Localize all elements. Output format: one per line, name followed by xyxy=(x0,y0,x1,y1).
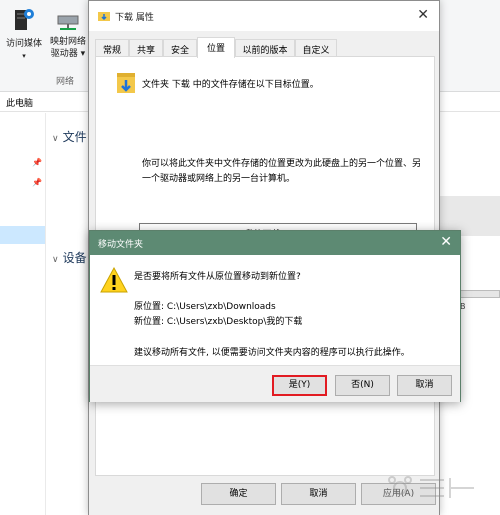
yes-button[interactable]: 是(Y) xyxy=(272,375,327,396)
no-button[interactable]: 否(N) xyxy=(335,375,390,396)
tab-location[interactable]: 位置 xyxy=(197,37,235,58)
access-media-label: 访问媒体 xyxy=(5,39,42,49)
section-folders[interactable]: ∨ 文件 xyxy=(52,128,87,145)
chevron-down-icon: ∨ xyxy=(52,134,59,144)
cancel-move-button[interactable]: 取消 xyxy=(397,375,452,396)
map-drive-label-2: 驱动器 ▾ xyxy=(50,49,86,59)
move-dialog-body: 是否要将所有文件从原位置移动到新位置? 原位置: C:\Users\zxb\Do… xyxy=(90,255,460,365)
move-dialog-footer: 是(Y) 否(N) 取消 xyxy=(90,365,460,402)
media-server-icon xyxy=(15,9,34,30)
nav-selected-item[interactable] xyxy=(0,226,45,244)
downloads-folder-icon xyxy=(98,12,110,21)
downloads-folder-icon xyxy=(117,73,135,93)
watermark-logo xyxy=(388,476,474,498)
map-drive-button[interactable]: 映射网络 驱动器 ▾ xyxy=(46,12,90,60)
move-dialog-title-bar[interactable]: 移动文件夹 ✕ xyxy=(90,231,460,255)
access-media-button[interactable]: 访问媒体 ▾ xyxy=(2,6,46,62)
address-text: 此电脑 xyxy=(6,99,34,109)
original-location: 原位置: C:\Users\zxb\Downloads xyxy=(134,302,276,312)
move-dialog-title: 移动文件夹 xyxy=(98,240,144,250)
tab-general[interactable]: 常规 xyxy=(95,39,129,57)
close-icon[interactable]: ✕ xyxy=(417,7,429,23)
drive-usage-bar xyxy=(458,290,500,298)
chevron-down-icon: ∨ xyxy=(52,255,59,265)
tab-customize[interactable]: 自定义 xyxy=(295,39,337,57)
warning-icon xyxy=(100,267,128,293)
map-drive-label-1: 映射网络 xyxy=(49,37,86,47)
dropdown-arrow-icon: ▾ xyxy=(22,52,26,60)
ribbon-group-network: 网络 xyxy=(56,77,75,87)
tab-sharing[interactable]: 共享 xyxy=(129,39,163,57)
move-advice: 建议移动所有文件, 以便需要访问文件夹内容的程序可以执行此操作。 xyxy=(134,348,410,358)
ok-button[interactable]: 确定 xyxy=(201,483,276,505)
close-icon[interactable]: ✕ xyxy=(440,234,452,250)
section-devices[interactable]: ∨ 设备 xyxy=(52,249,87,266)
move-folder-dialog: 移动文件夹 ✕ 是否要将所有文件从原位置移动到新位置? 原位置: C:\User… xyxy=(89,230,461,402)
pin-icon: 📌 xyxy=(32,158,42,167)
cancel-button[interactable]: 取消 xyxy=(281,483,356,505)
network-drive-icon xyxy=(57,15,79,30)
navigation-pane: 📌 📌 xyxy=(0,113,46,515)
tab-security[interactable]: 安全 xyxy=(163,39,197,57)
tab-previous-versions[interactable]: 以前的版本 xyxy=(235,39,295,57)
move-instructions: 你可以将此文件夹中文件存储的位置更改为此硬盘上的另一个位置、另一个驱动器或网络上… xyxy=(142,159,422,184)
pin-icon: 📌 xyxy=(32,178,42,187)
properties-title-bar[interactable]: 下载 属性 ✕ xyxy=(89,1,439,31)
properties-title: 下载 属性 xyxy=(115,13,154,23)
new-location: 新位置: C:\Users\zxb\Desktop\我的下载 xyxy=(134,317,303,327)
location-description: 文件夹 下载 中的文件存储在以下目标位置。 xyxy=(142,80,319,90)
move-question: 是否要将所有文件从原位置移动到新位置? xyxy=(134,272,301,282)
